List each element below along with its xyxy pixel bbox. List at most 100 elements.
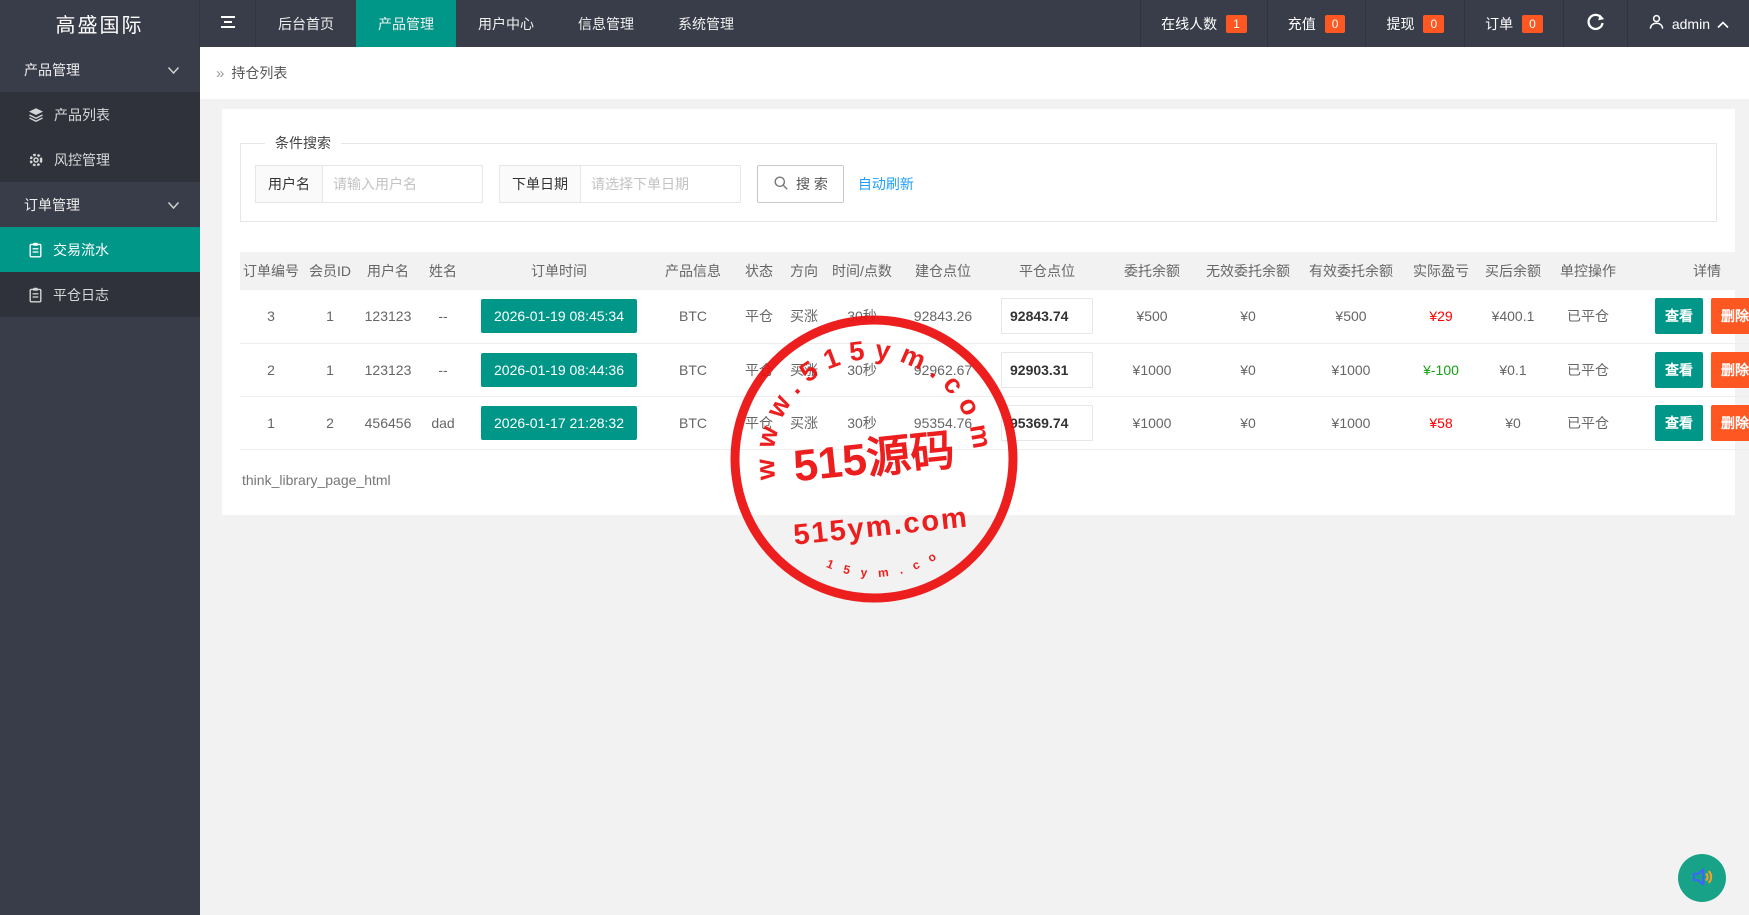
cell-product: BTC [650, 396, 736, 449]
table-row: 3 1 123123 -- 2026-01-19 08:45:34 BTC 平仓… [240, 290, 1749, 343]
cell-valid-entrust: ¥500 [1298, 290, 1404, 343]
table-header-row: 订单编号 会员ID 用户名 姓名 订单时间 产品信息 状态 方向 时间/点数 建… [240, 252, 1749, 290]
cell-order-no: 1 [240, 396, 302, 449]
cell-status: 平仓 [736, 290, 782, 343]
search-fieldset: 条件搜索 用户名 下单日期 搜 索 自动刷新 [240, 133, 1717, 222]
cell-name: -- [418, 343, 468, 396]
stat-online-users[interactable]: 在线人数 1 [1140, 0, 1267, 47]
sidebar-item-product-list[interactable]: 产品列表 [0, 92, 200, 137]
cell-username: 123123 [358, 343, 418, 396]
nav-item-info[interactable]: 信息管理 [556, 0, 656, 47]
header-name: 姓名 [418, 252, 468, 290]
cell-entrust: ¥1000 [1106, 396, 1198, 449]
cell-status: 平仓 [736, 343, 782, 396]
layers-icon [28, 107, 44, 123]
menu-toggle-button[interactable] [200, 0, 256, 47]
cell-duration: 30秒 [826, 290, 898, 343]
delete-button[interactable]: 删除 [1711, 298, 1749, 334]
sidebar-group-products[interactable]: 产品管理 [0, 47, 200, 92]
nav-item-users[interactable]: 用户中心 [456, 0, 556, 47]
nav-item-products[interactable]: 产品管理 [356, 0, 456, 47]
cell-username: 123123 [358, 290, 418, 343]
withdraw-count-badge: 0 [1423, 15, 1444, 33]
header-open-point: 建仓点位 [898, 252, 988, 290]
app-logo: 高盛国际 [0, 0, 200, 47]
cell-member-id: 1 [302, 290, 358, 343]
top-navbar: 高盛国际 后台首页 产品管理 用户中心 信息管理 系统管理 在线人数 1 充值 … [0, 0, 1749, 47]
gear-icon [28, 152, 44, 168]
refresh-button[interactable] [1563, 0, 1627, 47]
cell-entrust: ¥500 [1106, 290, 1198, 343]
stat-label: 提现 [1386, 14, 1414, 34]
chevron-down-icon [167, 62, 180, 78]
nav-item-home[interactable]: 后台首页 [256, 0, 356, 47]
sidebar-item-label: 风控管理 [54, 150, 110, 170]
view-button[interactable]: 查看 [1655, 405, 1703, 441]
stat-label: 在线人数 [1161, 14, 1217, 34]
sidebar: 产品管理 产品列表 风控管理 订单管理 交易流水 平仓日志 [0, 47, 200, 915]
delete-button[interactable]: 删除 [1711, 405, 1749, 441]
cell-open-point: 92843.26 [898, 290, 988, 343]
cell-invalid-entrust: ¥0 [1198, 290, 1298, 343]
cell-after-balance: ¥400.1 [1478, 290, 1548, 343]
delete-button[interactable]: 删除 [1711, 352, 1749, 388]
order-count-badge: 0 [1522, 15, 1543, 33]
cell-control-status: 已平仓 [1548, 396, 1628, 449]
header-control: 单控操作 [1548, 252, 1628, 290]
order-date-field-group: 下单日期 [499, 165, 741, 203]
navbar-right: 在线人数 1 充值 0 提现 0 订单 0 admin [1140, 0, 1749, 47]
sidebar-item-risk-control[interactable]: 风控管理 [0, 137, 200, 182]
sidebar-item-label: 平仓日志 [53, 285, 109, 305]
hamburger-icon [219, 15, 237, 32]
order-time-button[interactable]: 2026-01-19 08:44:36 [481, 353, 637, 387]
recharge-count-badge: 0 [1325, 15, 1346, 33]
stat-orders[interactable]: 订单 0 [1464, 0, 1563, 47]
cell-duration: 30秒 [826, 396, 898, 449]
main-content: » 持仓列表 条件搜索 用户名 下单日期 搜 索 [200, 47, 1749, 915]
order-time-button[interactable]: 2026-01-19 08:45:34 [481, 299, 637, 333]
sidebar-group-orders[interactable]: 订单管理 [0, 182, 200, 227]
cell-status: 平仓 [736, 396, 782, 449]
close-point-input[interactable] [1001, 405, 1093, 441]
admin-menu[interactable]: admin [1627, 0, 1749, 47]
sidebar-item-trade-flow[interactable]: 交易流水 [0, 227, 200, 272]
cell-after-balance: ¥0 [1478, 396, 1548, 449]
sidebar-item-close-log[interactable]: 平仓日志 [0, 272, 200, 317]
auto-refresh-link[interactable]: 自动刷新 [858, 174, 914, 194]
cell-order-no: 3 [240, 290, 302, 343]
speaker-icon [1689, 864, 1715, 893]
positions-card: 条件搜索 用户名 下单日期 搜 索 自动刷新 [222, 109, 1735, 515]
header-entrust: 委托余额 [1106, 252, 1198, 290]
header-after-balance: 买后余额 [1478, 252, 1548, 290]
clipboard-icon [28, 242, 43, 258]
stat-withdraw[interactable]: 提现 0 [1365, 0, 1464, 47]
view-button[interactable]: 查看 [1655, 298, 1703, 334]
username-label: 用户名 [255, 165, 323, 203]
header-duration: 时间/点数 [826, 252, 898, 290]
header-order-no: 订单编号 [240, 252, 302, 290]
sound-button[interactable] [1678, 854, 1726, 902]
search-button[interactable]: 搜 索 [757, 165, 844, 203]
person-icon [1648, 13, 1665, 34]
sidebar-group-label: 订单管理 [24, 195, 80, 215]
cell-open-point: 95354.76 [898, 396, 988, 449]
cell-invalid-entrust: ¥0 [1198, 396, 1298, 449]
page-title: 持仓列表 [231, 63, 287, 83]
username-input[interactable] [323, 165, 483, 203]
cell-profit: ¥58 [1404, 396, 1478, 449]
close-point-input[interactable] [1001, 298, 1093, 334]
order-time-button[interactable]: 2026-01-17 21:28:32 [481, 406, 637, 440]
table-row: 2 1 123123 -- 2026-01-19 08:44:36 BTC 平仓… [240, 343, 1749, 396]
search-icon [773, 175, 789, 194]
cell-direction: 买涨 [782, 396, 826, 449]
header-product: 产品信息 [650, 252, 736, 290]
header-member-id: 会员ID [302, 252, 358, 290]
footer-note: think_library_page_html [240, 450, 1717, 498]
view-button[interactable]: 查看 [1655, 352, 1703, 388]
cell-open-point: 92962.67 [898, 343, 988, 396]
close-point-input[interactable] [1001, 352, 1093, 388]
header-profit: 实际盈亏 [1404, 252, 1478, 290]
order-date-input[interactable] [581, 165, 741, 203]
stat-recharge[interactable]: 充值 0 [1267, 0, 1366, 47]
nav-item-system[interactable]: 系统管理 [656, 0, 756, 47]
